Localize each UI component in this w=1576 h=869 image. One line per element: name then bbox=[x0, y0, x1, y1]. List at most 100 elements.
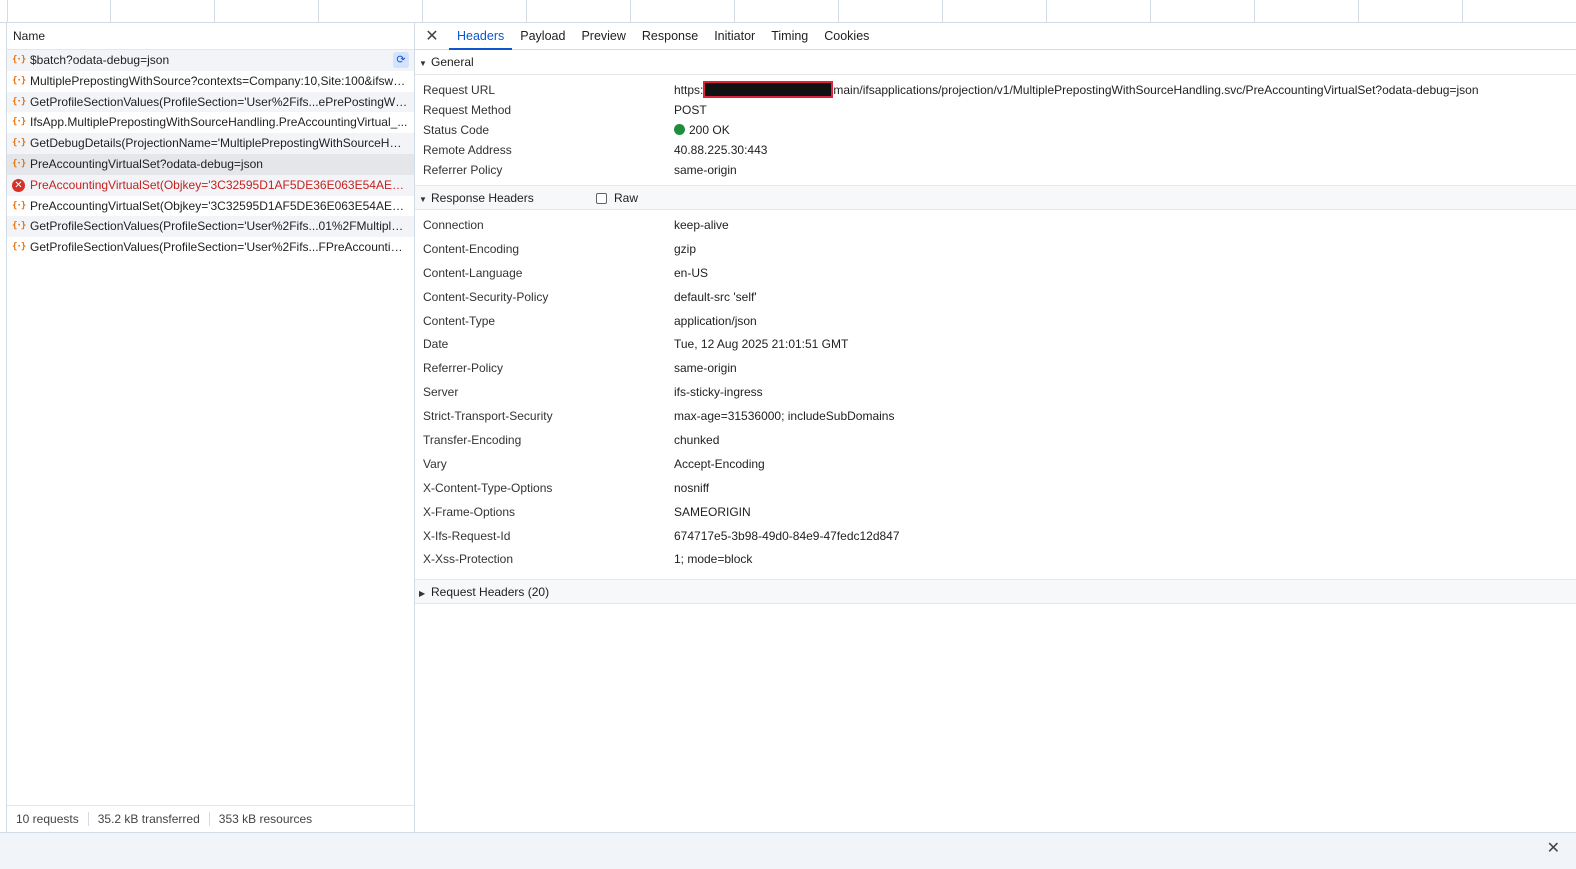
fetch-request-icon: {·} bbox=[12, 75, 26, 86]
response-headers-section-toggle[interactable]: ▼ Response Headers Raw bbox=[415, 185, 1576, 210]
fetch-request-icon: {·} bbox=[12, 242, 26, 253]
request-list: {·} $batch?odata-debug=json ⟳ {·} MultiplePr… bbox=[7, 50, 414, 258]
timeline-divider bbox=[735, 0, 839, 22]
response-header-row: Connection keep-alive bbox=[415, 214, 1576, 238]
response-header-row: Content-Encoding gzip bbox=[415, 238, 1576, 262]
close-icon[interactable]: ✕ bbox=[415, 23, 449, 50]
fetch-request-icon: {·} bbox=[12, 200, 26, 211]
header-value: keep-alive bbox=[674, 218, 729, 232]
request-name: PreAccountingVirtualSet(Objkey='3C32595D… bbox=[30, 177, 414, 192]
error-icon: ✕ bbox=[12, 178, 25, 192]
timeline-divider bbox=[423, 0, 527, 22]
general-section-title: General bbox=[431, 55, 474, 69]
header-name: X-Frame-Options bbox=[423, 504, 516, 519]
header-value: en-US bbox=[674, 265, 709, 280]
close-drawer-icon[interactable]: ✕ bbox=[1547, 838, 1560, 858]
header-name: Date bbox=[423, 337, 449, 352]
response-headers-list: Connection keep-alive Content-Encoding gzip… bbox=[415, 210, 1576, 579]
response-header-row: Content-Type application/json bbox=[415, 310, 1576, 334]
request-url-row: Request URL https: main/ifsapplications/p… bbox=[415, 80, 1576, 100]
timeline-divider bbox=[527, 0, 631, 22]
header-value: 674717e5-3b98-49d0-84e9-47fedc12d847 bbox=[674, 528, 900, 543]
timeline-divider bbox=[1255, 0, 1359, 22]
header-name: Content-Type bbox=[423, 313, 496, 328]
header-value: application/json bbox=[674, 313, 757, 328]
request-row[interactable]: {·} GetProfileSectionValues(ProfileSectio… bbox=[7, 237, 414, 258]
tab-headers[interactable]: Headers bbox=[449, 23, 513, 50]
request-name: $batch?odata-debug=json bbox=[30, 53, 170, 67]
header-name: X-Xss-Protection bbox=[423, 552, 514, 567]
request-row[interactable]: {·} MultiplePrepostingWithSource?contexts… bbox=[7, 71, 414, 92]
general-section: Request URL https: main/ifsapplications/p… bbox=[415, 75, 1576, 185]
request-row[interactable]: {·} GetProfileSectionValues(ProfileSectio… bbox=[7, 216, 414, 238]
timeline-divider bbox=[839, 0, 943, 22]
status-code-value: 200 OK bbox=[674, 120, 730, 140]
tab-response[interactable]: Response bbox=[634, 23, 706, 50]
request-name: PreAccountingVirtualSet(Objkey='3C32595D… bbox=[30, 198, 414, 213]
triangle-down-icon: ▼ bbox=[419, 59, 427, 68]
timeline-divider bbox=[943, 0, 1047, 22]
header-name: Content-Security-Policy bbox=[423, 289, 549, 304]
header-name: Transfer-Encoding bbox=[423, 433, 522, 448]
resources-size: 353 kB resources bbox=[218, 812, 313, 826]
request-row[interactable]: ✕ PreAccountingVirtualSet(Objkey='3C32595… bbox=[7, 174, 414, 196]
tab-preview[interactable]: Preview bbox=[573, 23, 633, 50]
response-header-row: Vary Accept-Encoding bbox=[415, 453, 1576, 477]
detail-tabs: ✕ Headers Payload Preview Response Initi… bbox=[415, 23, 1576, 50]
triangle-right-icon: ▶ bbox=[419, 589, 426, 599]
request-url-value[interactable]: https: main/ifsapplications/projection/v1… bbox=[674, 80, 1479, 100]
replay-request-icon[interactable]: ⟳ bbox=[393, 52, 409, 68]
header-name: Content-Language bbox=[423, 265, 523, 280]
console-drawer-bar: ✕ bbox=[0, 832, 1576, 869]
referrer-policy-label: Referrer Policy bbox=[423, 163, 503, 177]
request-row[interactable]: {·} IfsApp.MultiplePrepostingWithSourceHa… bbox=[7, 112, 414, 133]
tab-initiator[interactable]: Initiator bbox=[706, 23, 763, 50]
request-headers-section-toggle[interactable]: ▶ Request Headers (20) bbox=[415, 579, 1576, 605]
general-section-toggle[interactable]: ▼ General bbox=[415, 50, 1576, 75]
request-row[interactable]: {·} PreAccountingVirtualSet(Objkey='3C325… bbox=[7, 196, 414, 217]
status-ok-icon bbox=[674, 124, 685, 135]
request-row[interactable]: {·} PreAccountingVirtualSet?odata-debug=j… bbox=[7, 153, 414, 175]
tab-cookies[interactable]: Cookies bbox=[816, 23, 877, 50]
response-header-row: Date Tue, 12 Aug 2025 21:01:51 GMT bbox=[415, 333, 1576, 357]
raw-toggle[interactable]: Raw bbox=[596, 186, 638, 211]
request-method-label: Request Method bbox=[423, 103, 512, 117]
header-value: 1; mode=block bbox=[674, 552, 753, 567]
raw-checkbox[interactable] bbox=[596, 193, 607, 204]
status-code-label: Status Code bbox=[423, 123, 490, 137]
response-header-row: X-Ifs-Request-Id 674717e5-3b98-49d0-84e9-… bbox=[415, 525, 1576, 549]
header-name: Connection bbox=[423, 218, 484, 232]
request-detail-panel: ✕ Headers Payload Preview Response Initi… bbox=[415, 23, 1576, 832]
referrer-policy-value: same-origin bbox=[674, 163, 737, 177]
raw-label: Raw bbox=[614, 191, 639, 205]
request-row[interactable]: {·} $batch?odata-debug=json ⟳ bbox=[7, 50, 414, 71]
request-row[interactable]: {·} GetProfileSectionValues(ProfileSectio… bbox=[7, 91, 414, 113]
timeline-overview[interactable] bbox=[0, 0, 1576, 23]
request-name: GetProfileSectionValues(ProfileSection='… bbox=[30, 240, 414, 255]
tab-timing[interactable]: Timing bbox=[763, 23, 816, 50]
name-column-header[interactable]: Name bbox=[7, 23, 414, 50]
request-list-panel: Name {·} $batch?odata-debug=json ⟳ {·} Multi… bbox=[6, 23, 415, 832]
request-row[interactable]: {·} GetDebugDetails(ProjectionName='Multi… bbox=[7, 133, 414, 154]
response-header-row: X-Content-Type-Options nosniff bbox=[415, 477, 1576, 501]
network-summary-bar: 10 requests 35.2 kB transferred 353 kB r… bbox=[7, 805, 414, 832]
timeline-divider bbox=[1151, 0, 1255, 22]
header-name: Vary bbox=[423, 456, 447, 471]
tab-payload[interactable]: Payload bbox=[512, 23, 573, 50]
fetch-request-icon: {·} bbox=[12, 138, 26, 149]
header-value: Tue, 12 Aug 2025 21:01:51 GMT bbox=[674, 337, 849, 352]
request-name: IfsApp.MultiplePrepostingWithSourceHandl… bbox=[30, 115, 408, 130]
timeline-divider bbox=[0, 0, 8, 22]
header-name: Server bbox=[423, 385, 459, 400]
response-header-row: Referrer-Policy same-origin bbox=[415, 357, 1576, 381]
request-count: 10 requests bbox=[7, 812, 89, 826]
timeline-divider bbox=[215, 0, 319, 22]
remote-address-label: Remote Address bbox=[423, 143, 512, 157]
status-code-text: 200 OK bbox=[689, 123, 730, 137]
header-value: nosniff bbox=[674, 480, 710, 495]
fetch-request-icon: {·} bbox=[12, 55, 26, 65]
timeline-divider bbox=[319, 0, 423, 22]
header-value: gzip bbox=[674, 241, 697, 256]
header-value: same-origin bbox=[674, 361, 737, 376]
request-name: GetDebugDetails(ProjectionName='Multiple… bbox=[30, 136, 413, 151]
